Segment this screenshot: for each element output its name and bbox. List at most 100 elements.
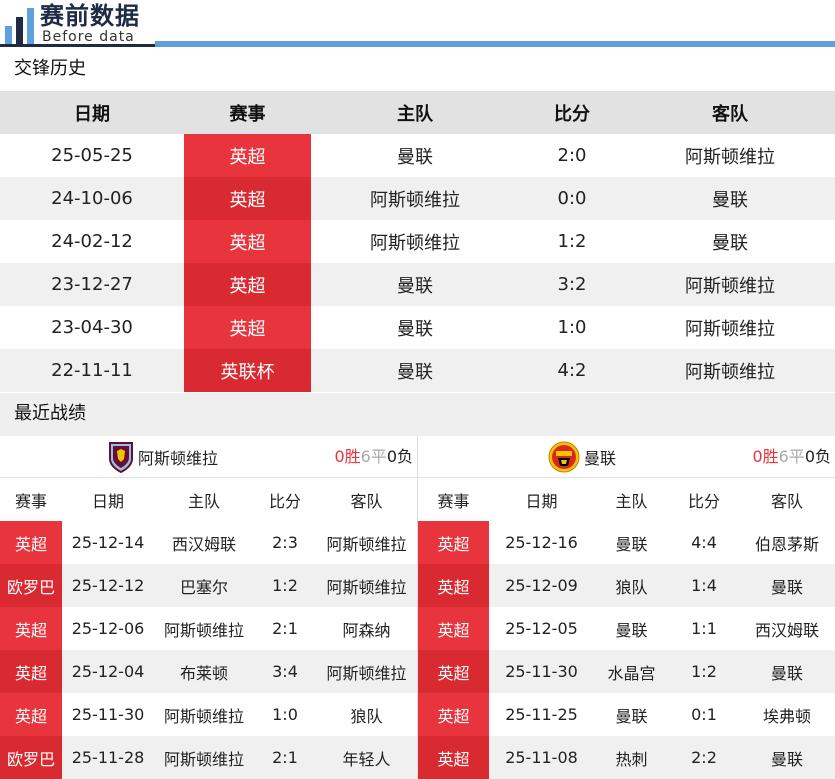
match-date: 23-04-30 — [51, 317, 133, 338]
match-score: 1:4 — [669, 564, 739, 607]
match-date: 25-11-08 — [489, 736, 594, 779]
table-row: 英超 25-12-05 曼联 1:1 西汉姆联 — [418, 607, 835, 650]
home-team: 阿斯顿维拉 — [163, 706, 244, 726]
col-home: 主队 — [154, 478, 254, 521]
team-name: 曼联 — [584, 449, 617, 468]
home-team: 阿斯顿维拉 — [163, 620, 244, 640]
away-team: 阿斯顿维拉 — [326, 534, 407, 554]
competition-badge: 英超 — [418, 736, 489, 779]
match-date: 25-11-30 — [71, 705, 145, 724]
competition-badge: 英超 — [0, 521, 62, 564]
h2h-col-score: 比分 — [519, 91, 625, 134]
h2h-col-competition: 赛事 — [184, 91, 311, 134]
record-wins: 0胜 — [334, 447, 361, 466]
competition-badge: 英超 — [418, 564, 489, 607]
match-score: 0:1 — [691, 705, 717, 724]
match-score: 1:2 — [669, 650, 739, 693]
table-row: 23-12-27 英超 曼联 3:2 阿斯顿维拉 — [0, 263, 835, 306]
competition-badge: 英超 — [184, 177, 311, 220]
recent-panel-manchester-united: 曼联 0胜6平0负 赛事 日期 主队 比分 客队 英超 25-12-16 曼联 … — [418, 436, 835, 779]
home-team: 阿斯顿维拉 — [311, 177, 519, 220]
table-row: 英超 25-11-08 热刺 2:2 曼联 — [418, 736, 835, 779]
col-date: 日期 — [62, 478, 154, 521]
match-score: 1:1 — [691, 619, 717, 638]
match-date: 25-12-06 — [71, 619, 145, 638]
competition-badge: 英联杯 — [184, 349, 311, 392]
col-score: 比分 — [254, 478, 316, 521]
table-row: 22-11-11 英联杯 曼联 4:2 阿斯顿维拉 — [0, 349, 835, 392]
bar-chart-logo-icon — [5, 8, 34, 44]
home-team: 曼联 — [397, 318, 433, 340]
home-team: 狼队 — [594, 564, 669, 607]
match-date: 25-11-25 — [505, 705, 578, 724]
match-score: 2:1 — [272, 619, 298, 638]
match-score: 1:0 — [557, 317, 587, 338]
competition-badge: 英超 — [184, 134, 311, 177]
table-row: 英超 25-11-25 曼联 0:1 埃弗顿 — [418, 693, 835, 736]
table-row: 23-04-30 英超 曼联 1:0 阿斯顿维拉 — [0, 306, 835, 349]
home-team: 布莱顿 — [154, 650, 254, 693]
table-row: 英超 25-12-04 布莱顿 3:4 阿斯顿维拉 — [0, 650, 417, 693]
competition-badge: 英超 — [418, 521, 489, 564]
match-score: 2:2 — [669, 736, 739, 779]
recent-table: 赛事 日期 主队 比分 客队 英超 25-12-16 曼联 4:4 伯恩茅斯 英… — [418, 478, 835, 779]
h2h-col-away: 客队 — [625, 91, 835, 134]
match-score: 1:2 — [254, 564, 316, 607]
home-team: 曼联 — [615, 706, 648, 726]
away-team: 阿斯顿维拉 — [316, 564, 417, 607]
away-team: 阿斯顿维拉 — [685, 318, 775, 340]
competition-badge: 英超 — [0, 693, 62, 736]
logo-title: 赛前数据 — [40, 2, 140, 30]
match-date: 25-12-09 — [489, 564, 594, 607]
away-team: 曼联 — [739, 564, 835, 607]
away-team: 阿斯顿维拉 — [685, 146, 775, 168]
table-row: 英超 25-12-09 狼队 1:4 曼联 — [418, 564, 835, 607]
match-score: 3:4 — [254, 650, 316, 693]
recent-panel-aston-villa: 阿斯顿维拉 0胜6平0负 赛事 日期 主队 比分 客队 英超 25-12-14 … — [0, 436, 417, 779]
col-away: 客队 — [316, 478, 417, 521]
competition-badge: 英超 — [418, 607, 489, 650]
match-date: 24-10-06 — [0, 177, 184, 220]
away-team: 狼队 — [350, 706, 383, 726]
team-identity: 阿斯顿维拉 — [108, 436, 218, 478]
match-date: 24-02-12 — [51, 231, 133, 252]
table-row: 英超 25-12-14 西汉姆联 2:3 阿斯顿维拉 — [0, 521, 417, 564]
match-score: 2:1 — [254, 736, 316, 779]
match-date: 25-12-14 — [71, 533, 145, 552]
h2h-col-home: 主队 — [311, 91, 519, 134]
competition-badge: 英超 — [184, 306, 311, 349]
match-date: 25-12-12 — [62, 564, 154, 607]
away-team: 曼联 — [739, 650, 835, 693]
h2h-col-date: 日期 — [0, 91, 184, 134]
competition-badge: 英超 — [184, 263, 311, 306]
col-competition: 赛事 — [0, 478, 62, 521]
col-competition: 赛事 — [418, 478, 489, 521]
record-draws: 6平 — [778, 447, 805, 466]
match-score: 4:4 — [691, 533, 717, 552]
away-team: 阿斯顿维拉 — [625, 349, 835, 392]
home-team: 阿斯顿维拉 — [154, 736, 254, 779]
match-score: 4:2 — [519, 349, 625, 392]
match-date: 25-12-16 — [505, 533, 578, 552]
h2h-header-row: 日期 赛事 主队 比分 客队 — [0, 91, 835, 134]
recent-header-row: 赛事 日期 主队 比分 客队 — [0, 478, 417, 521]
team-header: 阿斯顿维拉 0胜6平0负 — [0, 436, 417, 478]
away-team: 阿森纳 — [342, 620, 391, 640]
table-row: 欧罗巴 25-11-28 阿斯顿维拉 2:1 年轻人 — [0, 736, 417, 779]
team-record: 0胜6平0负 — [752, 436, 831, 478]
table-row: 英超 25-12-06 阿斯顿维拉 2:1 阿森纳 — [0, 607, 417, 650]
table-row: 英超 25-11-30 水晶宫 1:2 曼联 — [418, 650, 835, 693]
col-score: 比分 — [669, 478, 739, 521]
home-team: 热刺 — [594, 736, 669, 779]
home-team: 曼联 — [311, 349, 519, 392]
match-date: 25-12-04 — [62, 650, 154, 693]
match-score: 1:0 — [272, 705, 298, 724]
record-draws: 6平 — [360, 447, 387, 466]
match-date: 25-11-30 — [489, 650, 594, 693]
match-score: 2:3 — [272, 533, 298, 552]
away-team: 曼联 — [739, 736, 835, 779]
team-name: 阿斯顿维拉 — [138, 449, 219, 468]
header-divider-blue — [155, 41, 835, 47]
match-score: 3:2 — [519, 263, 625, 306]
match-date: 23-12-27 — [0, 263, 184, 306]
